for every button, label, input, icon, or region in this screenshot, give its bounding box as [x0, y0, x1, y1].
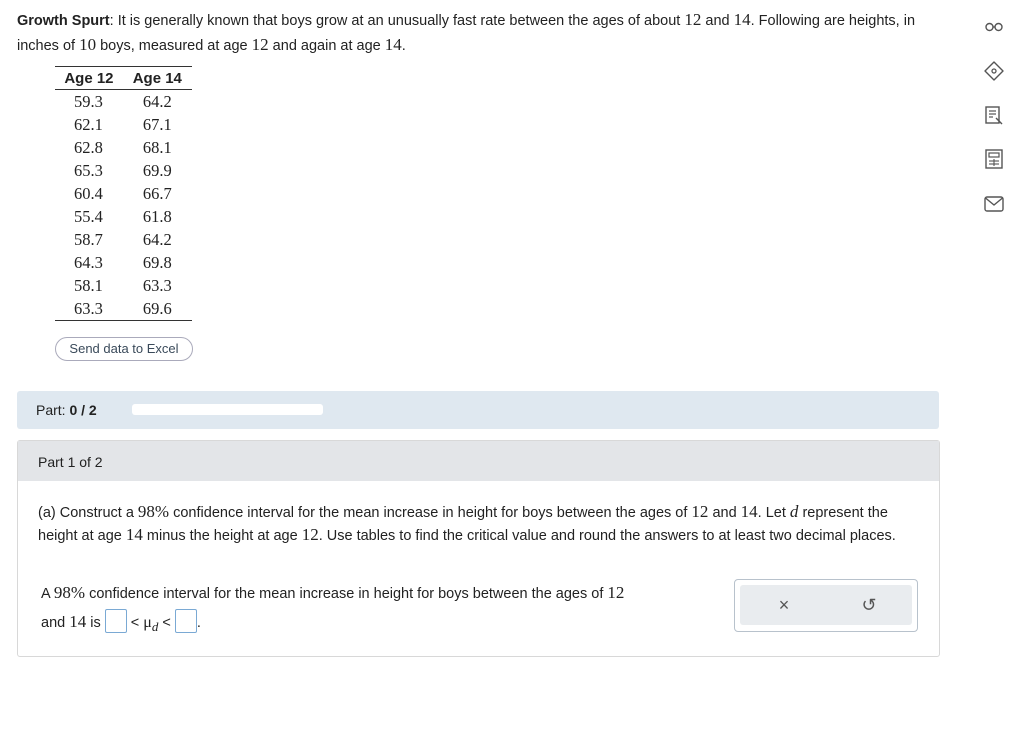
- progress-track: [132, 404, 323, 415]
- upper-bound-input[interactable]: [174, 609, 197, 633]
- age14-cell: 64.2: [142, 91, 172, 111]
- age12-cell: 60.4: [74, 183, 103, 203]
- age12-cell: 59.3: [74, 91, 103, 111]
- table-row: 58.1 63.3: [55, 274, 192, 297]
- age14-cell: 61.8: [142, 206, 172, 226]
- age14-cell: 69.8: [142, 252, 172, 272]
- table-row: 55.4 61.8: [55, 205, 192, 228]
- age12-cell: 58.1: [74, 275, 103, 295]
- age12-cell: 55.4: [74, 206, 103, 226]
- age12-cell: 65.3: [74, 160, 103, 180]
- glasses-icon[interactable]: [983, 16, 1005, 38]
- calculator-icon[interactable]: [983, 148, 1005, 170]
- part-header: Part 1 of 2: [18, 441, 939, 481]
- age14-cell: 69.9: [142, 160, 172, 180]
- question-text: (a) Construct a 98% confidence interval …: [38, 502, 896, 544]
- mu-d-symbol: μd: [143, 614, 159, 635]
- problem-intro: Growth Spurt: It is generally known that…: [17, 10, 916, 54]
- table-row: 60.4 66.7: [55, 182, 192, 205]
- undo-button[interactable]: ↺: [854, 593, 884, 617]
- clear-button[interactable]: ×: [769, 593, 799, 617]
- answer-statement: A 98% confidence interval for the mean i…: [41, 583, 625, 635]
- age14-cell: 68.1: [142, 137, 172, 157]
- answer-tools: × ↺: [734, 579, 918, 632]
- table-row: 64.3 69.8: [55, 251, 192, 274]
- table-row: 65.3 69.9: [55, 159, 192, 182]
- table-row: 59.3 64.2: [55, 90, 192, 114]
- age14-cell: 63.3: [142, 275, 172, 295]
- col-header-age14: Age 14: [122, 66, 192, 90]
- age14-cell: 66.7: [142, 183, 172, 203]
- send-to-excel-button[interactable]: Send data to Excel: [55, 337, 193, 361]
- age14-cell: 67.1: [142, 114, 172, 134]
- part-count: 0 / 2: [69, 402, 97, 418]
- age12-cell: 64.3: [74, 252, 103, 272]
- mail-icon[interactable]: [983, 193, 1005, 215]
- age12-cell: 62.8: [74, 137, 103, 157]
- problem-title: Growth Spurt: [17, 13, 110, 29]
- part-progress-bar: Part: 0 / 2: [17, 391, 939, 429]
- age12-cell: 63.3: [55, 297, 123, 321]
- col-header-age12: Age 12: [55, 66, 123, 90]
- table-row: 62.8 68.1: [55, 136, 192, 159]
- age12-cell: 58.7: [74, 229, 103, 249]
- lower-bound-input[interactable]: [104, 609, 127, 633]
- age14-cell: 64.2: [142, 229, 172, 249]
- question-card: Part 1 of 2 (a) Construct a 98% confiden…: [17, 440, 940, 657]
- notes-icon[interactable]: [983, 104, 1005, 126]
- age14-cell: 69.6: [122, 297, 192, 321]
- age12-cell: 62.1: [74, 114, 103, 134]
- table-row: 63.3 69.6: [55, 297, 192, 321]
- table-row: 58.7 64.2: [55, 228, 192, 251]
- tag-icon[interactable]: [983, 60, 1005, 82]
- table-row: 62.1 67.1: [55, 113, 192, 136]
- height-data-table: Age 12 Age 14 59.3 64.2 62.1 67.1 62.8 68.1 65…: [55, 66, 192, 321]
